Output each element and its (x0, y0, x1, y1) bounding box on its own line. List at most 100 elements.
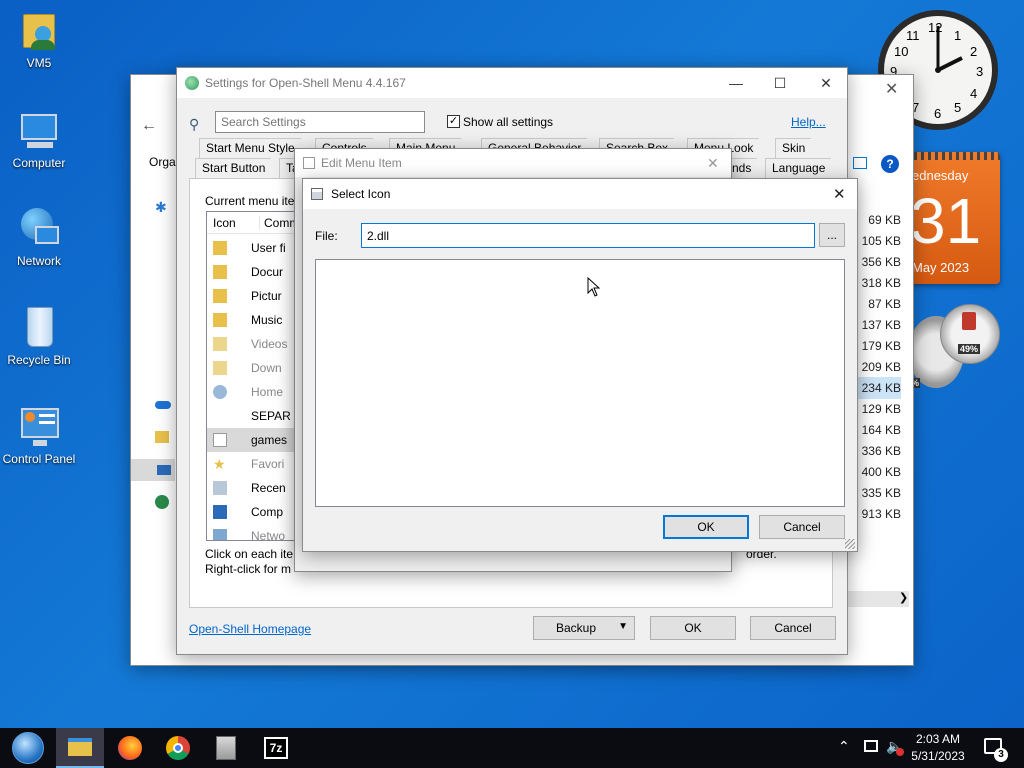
desktop-icon-control-panel[interactable]: Control Panel (0, 404, 78, 466)
windows-orb-icon (12, 732, 44, 764)
edit-menu-item-titlebar[interactable]: Edit Menu Item (295, 149, 731, 177)
document-stack-icon (216, 736, 236, 760)
list-item[interactable]: Netwo (207, 524, 301, 540)
help-icon[interactable]: ? (881, 155, 899, 173)
tab-skin[interactable]: Skin (775, 138, 812, 158)
show-all-label: Show all settings (463, 115, 554, 129)
search-settings-input[interactable] (215, 111, 425, 133)
start-button[interactable] (4, 728, 52, 768)
list-item[interactable]: Home (207, 380, 301, 404)
select-icon-titlebar[interactable]: Select Icon (303, 179, 857, 209)
recent-items-icon (213, 481, 227, 495)
onedrive-icon[interactable] (155, 401, 171, 409)
select-icon-dialog[interactable]: Select Icon ✕ File: ... OK Cancel (302, 178, 858, 552)
minimize-icon[interactable]: — (713, 68, 759, 98)
list-item[interactable]: Music (207, 308, 301, 332)
desktop-icon-recycle-bin[interactable]: Recycle Bin (0, 305, 78, 367)
select-icon-cancel-button[interactable]: Cancel (759, 515, 845, 539)
cpu-chip-icon (962, 312, 976, 330)
explorer-close-icon[interactable]: ✕ (885, 79, 898, 99)
file-size: 105 KB (861, 234, 901, 248)
list-item[interactable]: ★ Favori (207, 452, 301, 476)
tray-date: 5/31/2023 (911, 749, 965, 763)
7zip-icon: 7z (264, 737, 288, 759)
documents-folder-icon (213, 265, 227, 279)
resize-grip-icon[interactable] (845, 539, 855, 549)
dropdown-arrow-icon: ▼ (618, 621, 628, 632)
list-item[interactable]: Pictur (207, 284, 301, 308)
network-tray-icon[interactable] (864, 740, 878, 752)
taskbar-7zip[interactable]: 7z (252, 728, 300, 768)
tab-start-button[interactable]: Start Button (195, 158, 272, 178)
list-header: Icon Comm (207, 212, 301, 234)
taskbar-file-explorer[interactable] (56, 728, 104, 768)
list-item-selected[interactable]: games (207, 428, 301, 452)
icon-list-box[interactable] (315, 259, 845, 507)
maximize-icon[interactable]: ☐ (757, 68, 803, 98)
settings-ok-button[interactable]: OK (650, 616, 736, 640)
notification-count-badge: 3 (994, 748, 1008, 762)
dialog-window-icon (311, 188, 323, 200)
desktop-icon-label: Computer (12, 156, 66, 170)
file-size: 234 KB (861, 381, 901, 395)
scroll-right-icon[interactable]: ❯ (899, 591, 908, 604)
list-item[interactable]: User fi (207, 236, 301, 260)
tray-clock[interactable]: 2:03 AM 5/31/2023 (906, 732, 970, 763)
file-size: 129 KB (861, 402, 901, 416)
desktop-icon-vm5[interactable]: VM5 (0, 8, 78, 70)
list-item[interactable]: SEPAR (207, 404, 301, 428)
help-link[interactable]: Help... (791, 115, 826, 129)
hint-text-1: Click on each ite (205, 547, 294, 561)
file-size: 318 KB (861, 276, 901, 290)
tab-language[interactable]: Language (765, 158, 832, 178)
list-item[interactable]: Docur (207, 260, 301, 284)
videos-folder-icon (213, 337, 227, 351)
quick-access-pin-icon[interactable]: ✱ (155, 199, 167, 216)
list-header-icon: Icon (213, 216, 236, 230)
music-folder-icon (213, 313, 227, 327)
file-path-input[interactable] (361, 223, 815, 248)
close-icon[interactable]: ✕ (833, 185, 846, 203)
list-item[interactable]: Down (207, 356, 301, 380)
file-size: 137 KB (861, 318, 901, 332)
show-all-checkbox[interactable]: ✓ (447, 115, 460, 128)
close-icon[interactable]: ✕ (707, 155, 719, 172)
calendar-gadget[interactable]: ednesday 31 May 2023 (900, 152, 1000, 284)
list-item[interactable]: Videos (207, 332, 301, 356)
desktop-icon-network[interactable]: Network (0, 206, 78, 268)
back-arrow-icon[interactable]: ← (141, 117, 157, 135)
clock-numeral: 4 (970, 86, 978, 101)
folder-user-icon (213, 241, 227, 255)
taskbar-app[interactable] (202, 728, 250, 768)
settings-cancel-button[interactable]: Cancel (750, 616, 836, 640)
list-item[interactable]: Recen (207, 476, 301, 500)
computer-icon (213, 505, 227, 519)
clock-numeral: 2 (970, 44, 978, 59)
network-icon[interactable] (155, 495, 169, 509)
downloads-folder-icon (213, 361, 227, 375)
desktop-icon-label: VM5 (26, 56, 52, 70)
tab-start-menu-style[interactable]: Start Menu Style (199, 138, 301, 158)
file-size: 179 KB (861, 339, 901, 353)
file-explorer-icon (68, 738, 92, 756)
clock-numeral: 3 (976, 64, 984, 79)
taskbar-firefox[interactable] (106, 728, 154, 768)
desktop-icon-label: Network (16, 254, 61, 268)
backup-button[interactable]: Backup ▼ (533, 616, 635, 640)
menu-items-list[interactable]: Icon Comm User fi Docur Pictur Music Vid… (206, 211, 302, 541)
taskbar-chrome[interactable] (154, 728, 202, 768)
control-panel-icon (17, 404, 61, 448)
clock-numeral: 10 (894, 44, 909, 59)
separator-icon (213, 409, 227, 423)
desktop-icon-computer[interactable]: Computer (0, 108, 78, 170)
close-icon[interactable]: ✕ (803, 68, 849, 98)
libraries-icon[interactable] (155, 431, 169, 443)
select-icon-ok-button[interactable]: OK (663, 515, 749, 539)
view-pane-icon[interactable] (853, 157, 867, 169)
show-hidden-icons-chevron-icon[interactable]: ⌃ (838, 738, 850, 755)
list-item[interactable]: Comp (207, 500, 301, 524)
open-shell-homepage-link[interactable]: Open-Shell Homepage (189, 622, 311, 636)
cpu-meter-gadget[interactable]: 49% % (908, 300, 1004, 396)
organize-menu[interactable]: Orga (149, 155, 176, 169)
browse-button[interactable]: ... (819, 223, 845, 247)
